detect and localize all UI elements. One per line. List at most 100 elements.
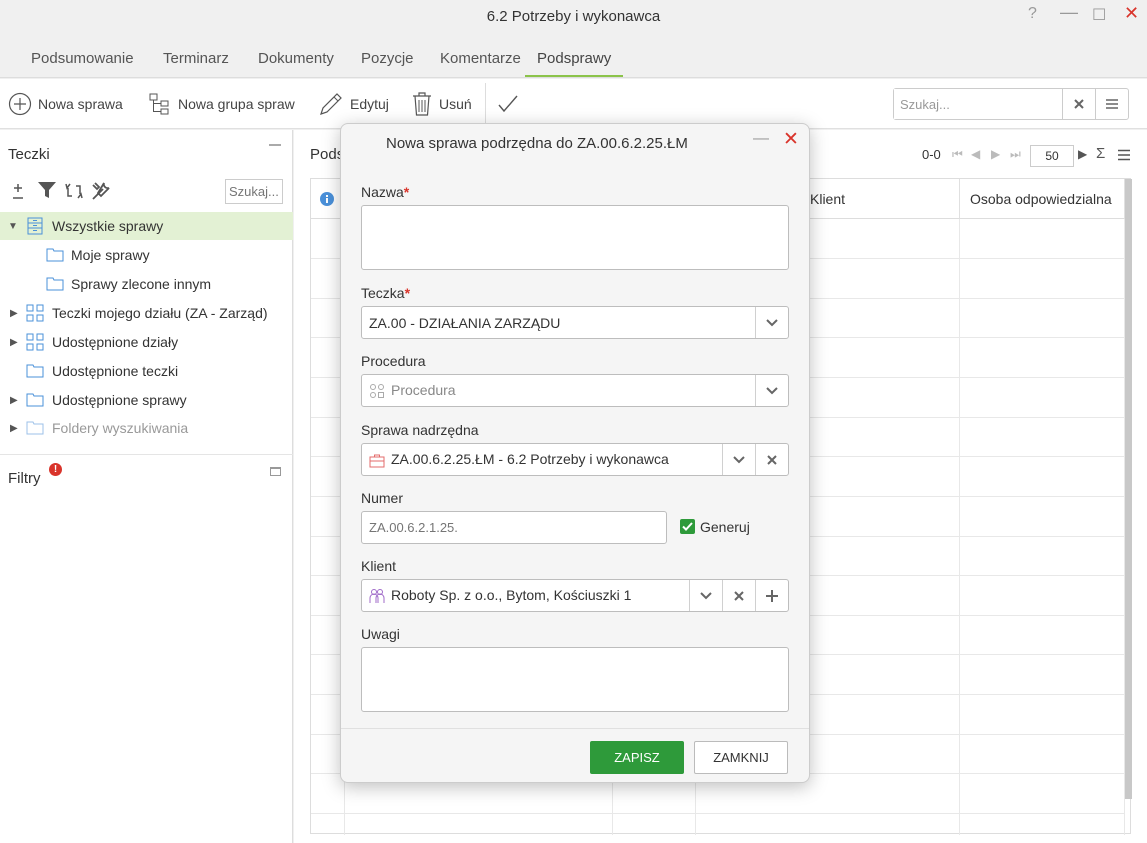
plus-icon: [766, 589, 778, 602]
tree-item-delegated-cases[interactable]: Sprawy zlecone innym: [0, 270, 293, 298]
main-search: [893, 88, 1129, 120]
main-search-input[interactable]: [894, 89, 1062, 119]
cabinet-icon: [27, 217, 43, 235]
collapsed-arrow-icon[interactable]: ▶: [10, 423, 18, 434]
client-clear-button[interactable]: [722, 580, 755, 611]
parent-case-value: ZA.00.6.2.25.ŁM - 6.2 Potrzeby i wykonaw…: [391, 451, 669, 468]
collapsed-arrow-icon[interactable]: ▶: [10, 395, 18, 406]
name-field[interactable]: [361, 205, 789, 270]
tab-pozycje[interactable]: Pozycje: [361, 50, 414, 75]
tools-icon[interactable]: [90, 180, 112, 202]
trash-icon: [413, 92, 431, 116]
tree-item-search-folders[interactable]: ▶ Foldery wyszukiwania: [0, 414, 293, 442]
expanded-arrow-icon[interactable]: ▼: [8, 221, 18, 232]
folder-select[interactable]: ZA.00 - DZIAŁANIA ZARZĄDU: [361, 306, 789, 339]
tree-item-all-cases[interactable]: ▼ Wszystkie sprawy: [0, 212, 293, 240]
department-icon: [26, 304, 44, 322]
next-page-icon[interactable]: ▶: [991, 147, 1000, 161]
dialog-close-icon[interactable]: ✕: [783, 128, 799, 151]
responsible-column-header[interactable]: Osoba odpowiedzialna: [960, 179, 1125, 219]
checkmark-icon: [498, 95, 518, 113]
required-mark: *: [404, 285, 411, 301]
sum-icon[interactable]: Σ: [1096, 145, 1105, 162]
tree-item-shared-cases[interactable]: ▶ Udostępnione sprawy: [0, 386, 293, 414]
confirm-button[interactable]: [496, 91, 520, 117]
number-input[interactable]: [361, 511, 667, 544]
filter-icon[interactable]: [37, 180, 57, 200]
panel-maximize-icon[interactable]: [270, 467, 281, 476]
tree-item-department-folders[interactable]: ▶ Teczki mojego działu (ZA - Zarząd): [0, 299, 293, 327]
chevron-down-icon: [733, 455, 745, 463]
delete-label: Usuń: [439, 96, 472, 112]
vertical-scrollbar[interactable]: [1125, 179, 1132, 799]
tree-item-label: Moje sprawy: [71, 247, 150, 263]
new-case-button[interactable]: Nowa sprawa: [8, 91, 123, 117]
delete-button[interactable]: Usuń: [411, 91, 472, 117]
clear-search-button[interactable]: [1062, 89, 1095, 119]
chevron-down-icon: [700, 591, 712, 599]
parent-case-dropdown-button[interactable]: [722, 444, 755, 475]
panel-divider: [0, 454, 293, 455]
tree-item-label: Udostępnione działy: [52, 334, 179, 350]
folder-label: Teczka*: [361, 285, 411, 301]
client-select[interactable]: Roboty Sp. z o.o., Bytom, Kościuszki 1: [361, 579, 789, 612]
minimize-icon[interactable]: —: [1060, 2, 1078, 23]
client-label: Klient: [361, 558, 397, 574]
tab-komentarze[interactable]: Komentarze: [440, 50, 521, 75]
tree-item-my-cases[interactable]: Moje sprawy: [0, 241, 293, 269]
new-subcase-dialog: Nowa sprawa podrzędna do ZA.00.6.2.25.ŁM…: [340, 123, 810, 783]
close-x-icon: [1074, 99, 1084, 109]
new-group-label: Nowa grupa spraw: [178, 96, 295, 112]
pencil-icon: [320, 93, 342, 115]
tree-item-shared-departments[interactable]: ▶ Udostępnione działy: [0, 328, 293, 356]
close-icon[interactable]: ✕: [1124, 3, 1139, 24]
page-size-arrow-icon[interactable]: ▶: [1078, 147, 1087, 161]
tree-search-input[interactable]: [225, 179, 283, 204]
dialog-minimize-icon[interactable]: —: [753, 130, 769, 148]
client-add-button[interactable]: [755, 580, 788, 611]
tab-terminarz[interactable]: Terminarz: [163, 50, 229, 75]
client-dropdown-button[interactable]: [689, 580, 722, 611]
edit-button[interactable]: Edytuj: [318, 91, 389, 117]
prev-page-icon[interactable]: ◀: [971, 147, 980, 161]
maximize-icon[interactable]: ☐: [1092, 5, 1106, 25]
notes-textarea[interactable]: [362, 648, 788, 711]
parent-case-select[interactable]: ZA.00.6.2.25.ŁM - 6.2 Potrzeby i wykonaw…: [361, 443, 789, 476]
first-page-icon[interactable]: ⏮: [952, 147, 963, 162]
generate-checkbox[interactable]: [680, 519, 695, 534]
folder-icon: [26, 421, 44, 435]
procedure-dropdown-button[interactable]: [755, 375, 788, 406]
procedure-select[interactable]: Procedura: [361, 374, 789, 407]
new-group-button[interactable]: Nowa grupa spraw: [148, 91, 295, 117]
notes-label: Uwagi: [361, 626, 400, 642]
tab-dokumenty[interactable]: Dokumenty: [258, 50, 334, 75]
client-value: Roboty Sp. z o.o., Bytom, Kościuszki 1: [391, 586, 632, 603]
generate-label: Generuj: [700, 519, 750, 535]
tab-podsprawy[interactable]: Podsprawy: [525, 50, 624, 77]
client-icon: [369, 589, 385, 604]
collapsed-arrow-icon[interactable]: ▶: [10, 337, 18, 348]
menu-button[interactable]: [1095, 89, 1128, 119]
dialog-header: Nowa sprawa podrzędna do ZA.00.6.2.25.ŁM…: [341, 124, 809, 162]
tree-item-label: Udostępnione teczki: [52, 363, 179, 379]
sync-icon[interactable]: [64, 180, 84, 202]
columns-menu-icon[interactable]: [1118, 149, 1130, 161]
page-size-input[interactable]: 50: [1030, 145, 1074, 167]
save-button[interactable]: ZAPISZ: [590, 741, 684, 774]
expand-collapse-icon[interactable]: [11, 180, 25, 202]
help-icon[interactable]: ?: [1028, 5, 1037, 23]
notes-field[interactable]: [361, 647, 789, 712]
collapsed-arrow-icon[interactable]: ▶: [10, 308, 18, 319]
table-row[interactable]: [311, 813, 1124, 814]
title-bar: 6.2 Potrzeby i wykonawca ? — ☐ ✕: [0, 0, 1147, 40]
parent-case-label: Sprawa nadrzędna: [361, 422, 479, 438]
close-button[interactable]: ZAMKNIJ: [694, 741, 788, 774]
tree-item-shared-folders[interactable]: Udostępnione teczki: [0, 357, 293, 385]
department-icon: [26, 333, 44, 351]
tab-podsumowanie[interactable]: Podsumowanie: [31, 50, 134, 75]
parent-case-clear-button[interactable]: [755, 444, 788, 475]
name-textarea[interactable]: [362, 206, 788, 269]
panel-minimize-icon[interactable]: [269, 144, 281, 146]
last-page-icon[interactable]: ⏭: [1010, 147, 1021, 162]
folder-dropdown-button[interactable]: [755, 307, 788, 338]
